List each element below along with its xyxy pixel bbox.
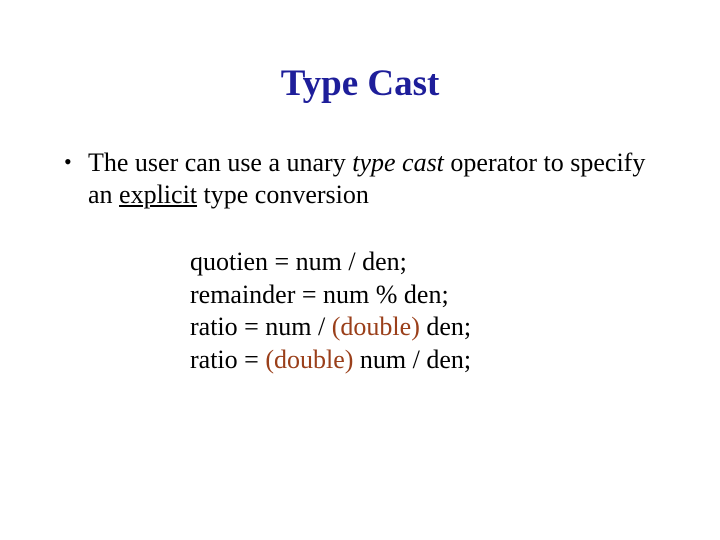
code-l3-a: ratio = num / xyxy=(190,312,332,341)
code-line-1: quotien = num / den; xyxy=(190,246,660,279)
bullet-text-post: type conversion xyxy=(197,180,369,209)
code-block: quotien = num / den; remainder = num % d… xyxy=(190,246,660,376)
bullet-text-explicit: explicit xyxy=(119,180,197,209)
code-line-2: remainder = num % den; xyxy=(190,279,660,312)
code-l4-a: ratio = xyxy=(190,345,265,374)
bullet-item: The user can use a unary type cast opera… xyxy=(60,147,660,210)
slide-body: The user can use a unary type cast opera… xyxy=(60,147,660,376)
code-l4-c: num / den; xyxy=(353,345,471,374)
code-l3-keyword: (double) xyxy=(332,312,420,341)
bullet-text-pre: The user can use a unary xyxy=(88,148,352,177)
code-l4-keyword: (double) xyxy=(265,345,353,374)
slide: Type Cast The user can use a unary type … xyxy=(0,62,720,540)
code-l3-c: den; xyxy=(420,312,471,341)
bullet-text-typecast: type cast xyxy=(352,148,444,177)
slide-title: Type Cast xyxy=(0,62,720,105)
code-line-3: ratio = num / (double) den; xyxy=(190,311,660,344)
bullet-list: The user can use a unary type cast opera… xyxy=(60,147,660,210)
code-line-4: ratio = (double) num / den; xyxy=(190,344,660,377)
